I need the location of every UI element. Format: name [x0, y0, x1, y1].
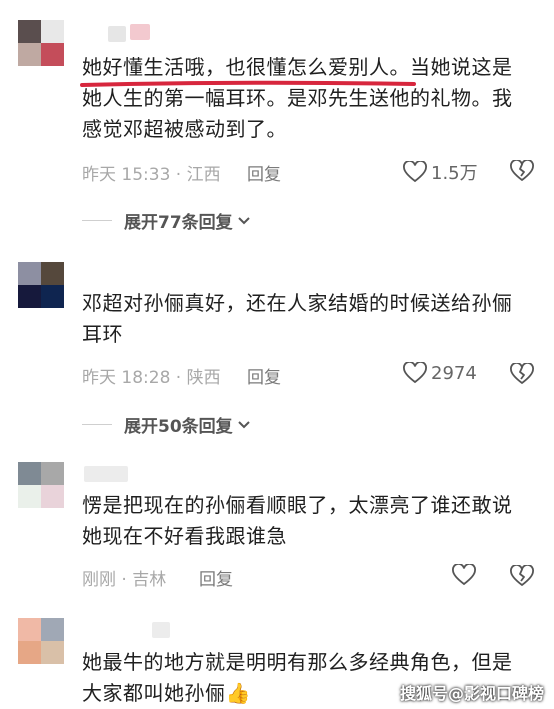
avatar-tile [18, 285, 41, 308]
heart-icon [403, 362, 427, 384]
like-button[interactable]: 2974 [403, 362, 477, 384]
avatar-tile [41, 43, 64, 66]
avatar[interactable] [18, 20, 64, 66]
avatar[interactable] [18, 462, 64, 508]
dislike-heart-icon[interactable] [510, 565, 534, 587]
expand-replies[interactable]: 展开77条回复 [82, 208, 252, 233]
comment-text: 愣是把现在的孙俪看顺眼了，太漂亮了谁还敢说她现在不好看我跟谁急 [82, 493, 513, 548]
avatar-tile [41, 641, 64, 664]
avatar[interactable] [18, 618, 64, 664]
avatar-tile [41, 462, 64, 485]
avatar[interactable] [18, 262, 64, 308]
like-button[interactable]: 1.5万 [403, 159, 478, 185]
username-blurred[interactable] [152, 622, 170, 638]
avatar-tile [41, 20, 64, 43]
avatar-tile [18, 641, 41, 664]
heart-icon [403, 161, 427, 183]
avatar-tile [41, 485, 64, 508]
comment-text: 她好懂生活哦，也很懂怎么爱别人。当她说这是她人生的第一幅耳环。是邓先生送他的礼物… [82, 55, 513, 141]
thumbs-up-icon: 👍 [225, 681, 251, 705]
avatar-tile [18, 462, 41, 485]
reply-button[interactable]: 回复 [247, 363, 281, 388]
comment-meta: 昨天 15:33 · 江西 [82, 165, 221, 185]
avatar-tile [41, 262, 64, 285]
reply-button[interactable]: 回复 [199, 565, 233, 590]
heart-icon [452, 564, 476, 586]
expand-replies-label: 展开77条回复 [124, 213, 233, 233]
avatar-tile [18, 262, 41, 285]
like-count: 2974 [431, 362, 477, 384]
username-blurred[interactable] [84, 466, 128, 482]
comment-meta: 刚刚 · 吉林 [82, 570, 167, 590]
avatar-tile [18, 485, 41, 508]
expand-replies[interactable]: 展开50条回复 [82, 412, 252, 437]
avatar-tile [18, 618, 41, 641]
avatar-tile [41, 618, 64, 641]
dislike-heart-icon[interactable] [510, 363, 534, 385]
divider [82, 424, 112, 425]
chevron-down-icon [237, 216, 250, 224]
avatar-tile [18, 43, 41, 66]
avatar-tile [41, 285, 64, 308]
divider [82, 220, 112, 221]
highlight-underline [80, 80, 416, 87]
comment-text: 邓超对孙俪真好，还在人家结婚的时候送给孙俪耳环 [82, 291, 513, 346]
expand-replies-label: 展开50条回复 [124, 417, 233, 437]
username-blurred[interactable] [108, 26, 126, 42]
username-blurred[interactable] [130, 24, 150, 40]
like-count: 1.5万 [431, 163, 478, 184]
chevron-down-icon [237, 420, 250, 428]
watermark: 搜狐号@影视口碑榜 [400, 684, 545, 703]
reply-button[interactable]: 回复 [247, 160, 281, 185]
comment-meta: 昨天 18:28 · 陕西 [82, 368, 221, 388]
dislike-heart-icon[interactable] [510, 160, 534, 182]
avatar-tile [18, 20, 41, 43]
like-button[interactable] [452, 564, 480, 586]
